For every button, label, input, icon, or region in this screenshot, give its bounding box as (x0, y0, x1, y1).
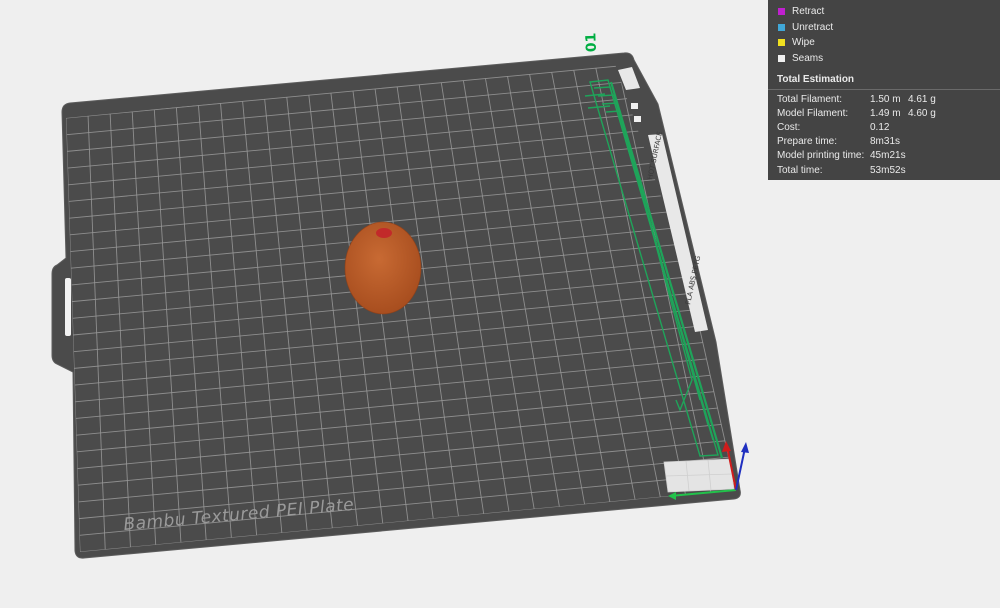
estimation-value: 45m21s (870, 150, 906, 162)
estimation-value: 8m31s (870, 136, 901, 148)
estimation-value: 0.12 (870, 121, 890, 133)
estimation-row: Total Filament: 1.50 m 4.61 g (768, 92, 1000, 106)
plate-handle-slot (65, 278, 71, 336)
estimation-value: 53m52s (870, 164, 906, 176)
estimation-label: Cost: (777, 121, 801, 133)
estimation-value: 1.50 m (870, 93, 901, 105)
legend-item-retract: Retract (778, 4, 1000, 20)
estimation-table: Total Filament: 1.50 m 4.61 g Model Fila… (768, 92, 1000, 177)
estimation-label: Total time: (777, 164, 823, 176)
estimation-label: Prepare time: (777, 136, 838, 148)
estimation-row: Total time: 53m52s (768, 163, 1000, 177)
estimation-row: Model Filament: 1.49 m 4.60 g (768, 106, 1000, 120)
estimation-value-secondary: 4.61 g (908, 93, 936, 105)
estimation-label: Model Filament: (777, 107, 849, 119)
legend-label: Unretract (792, 21, 834, 33)
printed-object-egg[interactable] (344, 221, 422, 315)
legend-list: Retract Unretract Wipe Seams (768, 0, 1000, 66)
estimation-value: 1.49 m (870, 107, 901, 119)
legend-label: Retract (792, 6, 825, 18)
estimation-label: Model printing time: (777, 150, 865, 162)
retract-color-swatch (778, 8, 785, 16)
estimation-value-secondary: 4.60 g (908, 107, 936, 119)
legend-item-seams: Seams (778, 51, 1000, 67)
estimation-row: Prepare time: 8m31s (768, 135, 1000, 149)
estimation-row: Model printing time: 45m21s (768, 149, 1000, 163)
unretract-color-swatch (778, 23, 785, 31)
legend-item-unretract: Unretract (778, 20, 1000, 36)
small-marker (631, 103, 638, 109)
wipe-color-swatch (778, 39, 785, 47)
plate-number[interactable]: 01 (583, 32, 600, 52)
legend-label: Seams (792, 52, 824, 64)
estimation-label: Total Filament: (777, 93, 843, 105)
total-estimation-title: Total Estimation (768, 66, 1000, 90)
seams-color-swatch (778, 54, 785, 62)
gcode-legend-panel: Retract Unretract Wipe Seams Total Estim… (768, 0, 1000, 180)
small-marker (634, 116, 641, 122)
legend-item-wipe: Wipe (778, 35, 1000, 51)
estimation-row: Cost: 0.12 (768, 120, 1000, 134)
legend-label: Wipe (792, 37, 815, 49)
